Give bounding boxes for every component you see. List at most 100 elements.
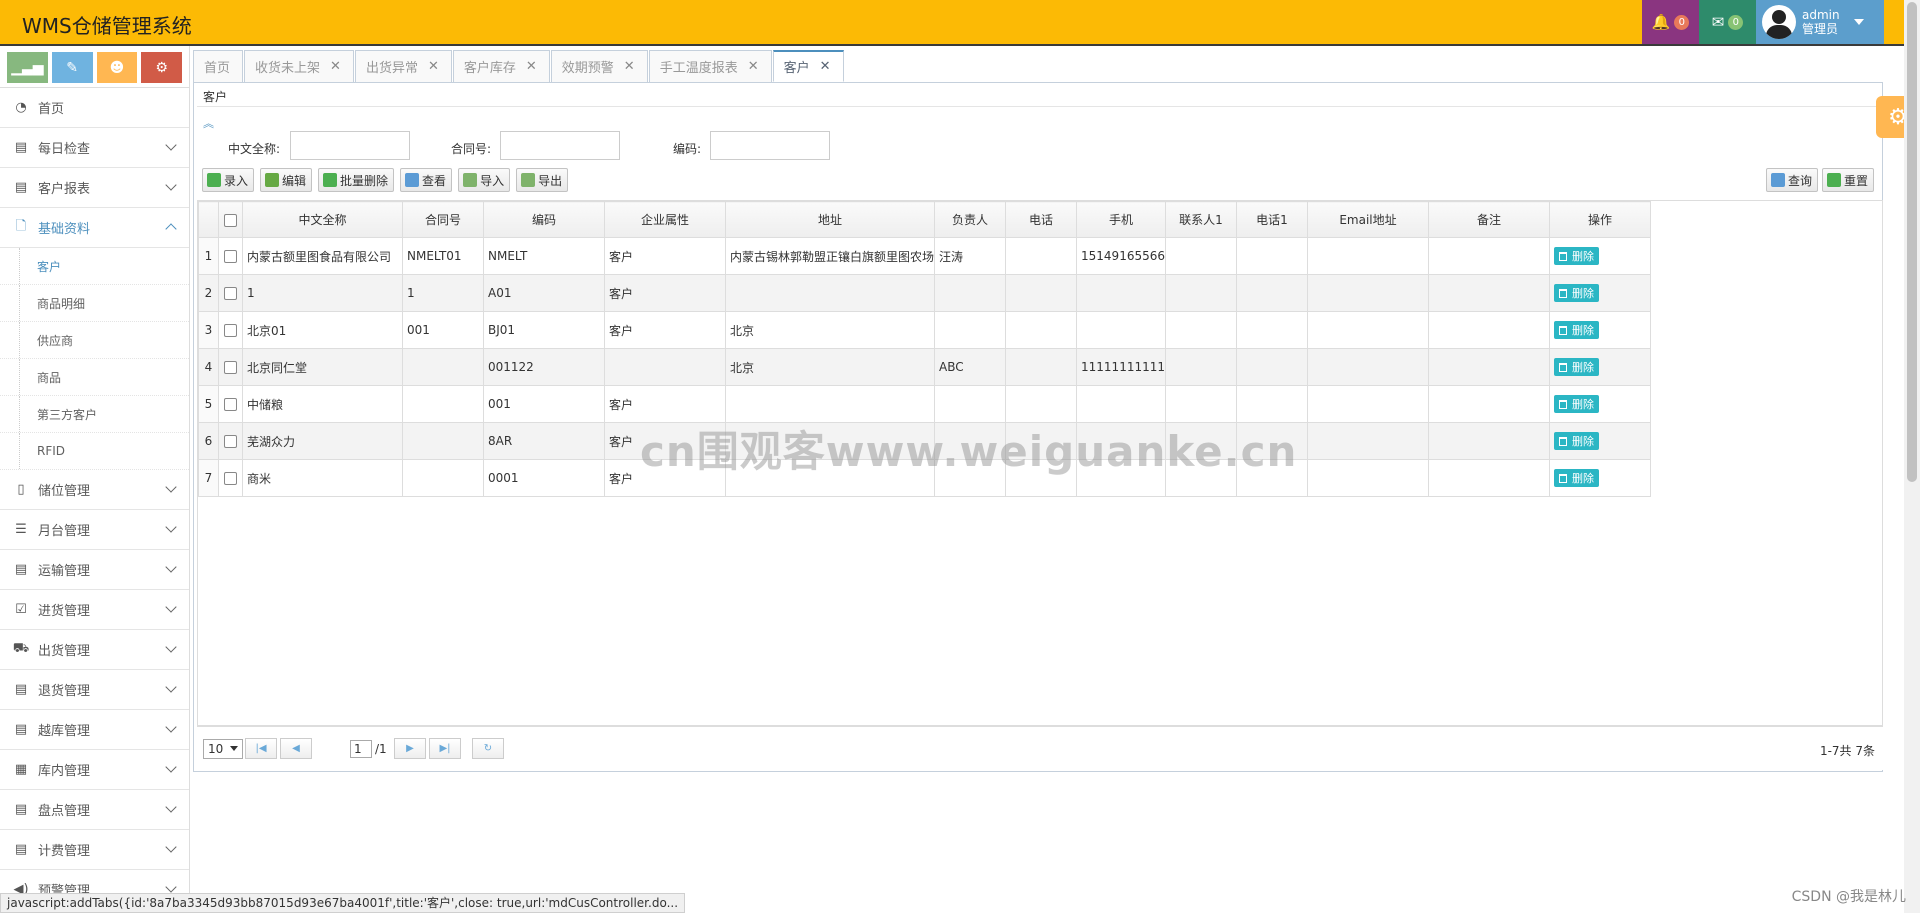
column-header[interactable]: 联系人1 [1165,201,1237,238]
column-header[interactable]: 合同号 [402,201,484,238]
sidebar-item-daily-check[interactable]: ▤ 每日检查 [0,128,189,168]
last-page-button[interactable]: ▶| [429,738,461,759]
tab-outbound-exception[interactable]: 出货异常 ✕ [354,50,452,82]
column-header[interactable]: 编码 [483,201,605,238]
shortcut-settings-button[interactable]: ⚙ [141,52,182,83]
close-icon[interactable]: ✕ [526,59,537,74]
tab-received-not-shelved[interactable]: 收货未上架 ✕ [244,50,354,82]
sidebar-subitem-goods[interactable]: 商品 [0,359,189,396]
close-icon[interactable]: ✕ [748,59,759,74]
column-header[interactable]: 中文全称 [242,201,403,238]
row-checkbox-cell[interactable] [218,348,243,386]
sidebar-item-transport[interactable]: ▤ 运输管理 [0,550,189,590]
table-row[interactable]: 2 1 1 A01 客户 删除 [198,274,1651,312]
select-all-checkbox[interactable] [224,213,237,227]
tab-expiry-warning[interactable]: 效期预警 ✕ [550,50,648,82]
row-checkbox-cell[interactable] [218,385,243,423]
select-all-header[interactable] [218,201,243,238]
column-header[interactable]: 电话 [1005,201,1078,238]
row-checkbox[interactable] [224,398,237,411]
row-checkbox[interactable] [224,361,237,374]
sidebar-item-dock[interactable]: ☰ 月台管理 [0,510,189,550]
tab-customer-stock[interactable]: 客户库存 ✕ [452,50,550,82]
close-icon[interactable]: ✕ [624,59,635,74]
shortcut-chart-button[interactable]: ▁▃▅ [7,52,48,83]
export-button[interactable]: 导出 [516,168,569,192]
sidebar-item-returns[interactable]: ▤ 退货管理 [0,670,189,710]
table-row[interactable]: 3 北京01 001 BJ01 客户 北京 删除 [198,311,1651,349]
sidebar-item-inbound[interactable]: ☑ 进货管理 [0,590,189,630]
delete-row-button[interactable]: 删除 [1554,284,1599,302]
column-header[interactable]: 负责人 [934,201,1007,238]
sidebar-item-location[interactable]: ▯ 储位管理 [0,470,189,510]
double-chevron-up-icon[interactable]: ︽ [203,115,214,131]
page-scrollbar[interactable] [1904,0,1920,913]
view-button[interactable]: 查看 [400,168,453,192]
sidebar-item-stocktake[interactable]: ▤ 盘点管理 [0,790,189,830]
contract-input[interactable] [500,131,620,160]
row-checkbox-cell[interactable] [218,274,243,312]
messages-button[interactable]: ✉ 0 [1699,0,1756,44]
sidebar-item-customer-report[interactable]: ▤ 客户报表 [0,168,189,208]
tab-home[interactable]: 首页 [193,50,244,82]
column-header[interactable]: 手机 [1076,201,1166,238]
column-header[interactable]: 企业属性 [604,201,726,238]
batch-delete-button[interactable]: 批量删除 [318,168,395,192]
row-checkbox[interactable] [224,287,237,300]
sidebar-item-outbound[interactable]: ⛟ 出货管理 [0,630,189,670]
column-header[interactable]: Email地址 [1307,201,1429,238]
row-checkbox[interactable] [224,472,237,485]
sidebar-subitem-third-party[interactable]: 第三方客户 [0,396,189,433]
name-input[interactable] [290,131,410,160]
code-input[interactable] [710,131,830,160]
table-row[interactable]: 5 中储粮 001 客户 删除 [198,385,1651,423]
sidebar-item-crossdock[interactable]: ▤ 越库管理 [0,710,189,750]
close-icon[interactable]: ✕ [820,59,831,74]
delete-row-button[interactable]: 删除 [1554,321,1599,339]
delete-row-button[interactable]: 删除 [1554,358,1599,376]
delete-row-button[interactable]: 删除 [1554,247,1599,265]
column-header[interactable]: 电话1 [1236,201,1308,238]
query-button[interactable]: 查询 [1765,168,1818,192]
close-icon[interactable]: ✕ [428,59,439,74]
sidebar-subitem-supplier[interactable]: 供应商 [0,322,189,359]
row-checkbox-cell[interactable] [218,422,243,460]
row-checkbox[interactable] [224,435,237,448]
edit-button[interactable]: 编辑 [260,168,313,192]
column-header[interactable]: 备注 [1428,201,1550,238]
row-checkbox[interactable] [224,250,237,263]
add-button[interactable]: 录入 [202,168,255,192]
row-checkbox-cell[interactable] [218,311,243,349]
user-menu-button[interactable]: admin 管理员 [1756,0,1884,44]
shortcut-edit-button[interactable]: ✎ [51,52,93,83]
sidebar-subitem-goods-detail[interactable]: 商品明细 [0,285,189,322]
row-checkbox-cell[interactable] [218,237,243,275]
sidebar-item-basic-data[interactable]: 🗋 基础资料 [0,208,189,248]
prev-page-button[interactable]: ◀ [280,738,312,759]
notifications-button[interactable]: 🔔 0 [1642,0,1699,44]
sidebar-item-inventory[interactable]: ▦ 库内管理 [0,750,189,790]
page-size-select[interactable]: 10 [203,739,243,759]
tab-temperature-report[interactable]: 手工温度报表 ✕ [648,50,772,82]
delete-row-button[interactable]: 删除 [1554,395,1599,413]
row-checkbox[interactable] [224,324,237,337]
first-page-button[interactable]: |◀ [245,738,277,759]
table-row[interactable]: 4 北京同仁堂 001122 北京 ABC 11111111111 删除 [198,348,1651,386]
delete-row-button[interactable]: 删除 [1554,432,1599,450]
table-row[interactable]: 1 内蒙古额里图食品有限公司 NMELT01 NMELT 客户 内蒙古锡林郭勒盟正镶白旗额… [198,237,1651,275]
sidebar-item-billing[interactable]: ▤ 计费管理 [0,830,189,870]
reset-button[interactable]: 重置 [1821,168,1874,192]
shortcut-users-button[interactable]: ☻ [96,52,138,83]
refresh-button[interactable]: ↻ [472,738,504,759]
sidebar-item-home[interactable]: ◔ 首页 [0,88,189,128]
import-button[interactable]: 导入 [458,168,511,192]
close-icon[interactable]: ✕ [330,59,341,74]
current-page-input[interactable]: 1 [350,740,372,758]
next-page-button[interactable]: ▶ [394,738,426,759]
column-header[interactable]: 地址 [724,201,936,238]
delete-row-button[interactable]: 删除 [1554,469,1599,487]
sidebar-subitem-customer[interactable]: 客户 [0,248,189,285]
tab-customer[interactable]: 客户 ✕ [772,50,844,82]
sidebar-subitem-rfid[interactable]: RFID [0,433,189,470]
scrollbar-thumb[interactable] [1907,2,1917,482]
